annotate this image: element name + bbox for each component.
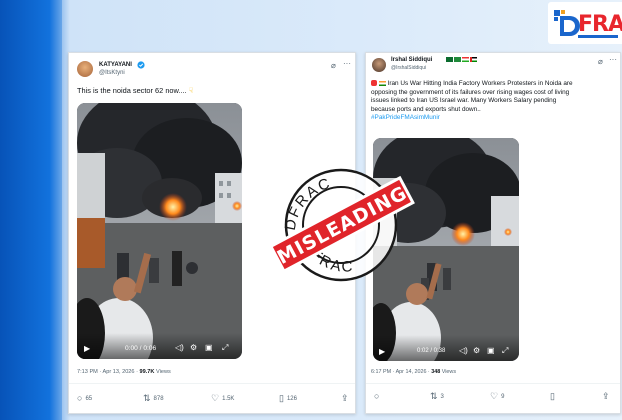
verified-badge-icon	[137, 61, 145, 69]
reply-button[interactable]: ○	[374, 392, 382, 401]
flag-pakistan-icon	[446, 57, 453, 62]
bookmark-icon: ▯	[279, 393, 284, 403]
video-time: 0:00 / 0:06	[125, 345, 157, 352]
video-controls-bar	[77, 333, 242, 359]
share-button[interactable]: ⇪	[602, 392, 610, 401]
flag-green-icon	[454, 57, 461, 62]
alarm-emoji-icon	[371, 80, 377, 87]
misleading-stamp: DFRAC DFRAC MISLEADING	[268, 168, 415, 282]
author-name[interactable]: Irshal Siddiqui	[391, 57, 432, 63]
share-button[interactable]: ⇪	[341, 394, 349, 403]
reply-icon: ○	[374, 391, 380, 401]
tweet-text: Iran Us War Hitting India Factory Worker…	[371, 80, 573, 122]
heart-icon: ♡	[211, 393, 220, 403]
more-options-icon[interactable]: ···	[343, 59, 351, 68]
bookmark-icon: ▯	[550, 391, 555, 401]
repost-icon: ⇅	[143, 393, 151, 403]
share-icon: ⇪	[602, 391, 610, 401]
reply-icon: ○	[77, 393, 83, 403]
like-button[interactable]: ♡ 9	[490, 392, 504, 401]
settings-icon[interactable]: ⚙	[190, 343, 197, 352]
author-name[interactable]: KATYAYANI	[99, 62, 132, 68]
divider	[69, 383, 355, 384]
pointing-hand-emoji-icon: ☟	[186, 86, 194, 95]
video-time: 0:02 / 0:38	[417, 348, 446, 354]
tweet-meta: 6:17 PM · Apr 14, 2026 · 348 Views	[371, 369, 457, 375]
divider	[366, 383, 620, 384]
hashtag-link[interactable]: #PakPrideFMAsimMunir	[371, 114, 440, 121]
dfrac-logo: FRA	[548, 2, 622, 44]
dfrac-logo-text: FRA	[578, 12, 622, 37]
bookmark-button[interactable]: ▯ 126	[279, 394, 297, 403]
avatar[interactable]	[372, 58, 386, 72]
volume-icon[interactable]: ◁)	[459, 346, 468, 355]
author-handle[interactable]: @IrshalSiddiqui	[391, 65, 426, 71]
background-left-band	[0, 0, 62, 420]
author-handle[interactable]: @ItsKtyni	[99, 70, 125, 76]
fullscreen-icon[interactable]: ⤢	[222, 343, 228, 353]
logo-underline	[578, 35, 618, 38]
heart-icon: ♡	[490, 391, 499, 401]
share-icon: ⇪	[341, 393, 349, 403]
flag-palestine-icon	[470, 57, 477, 62]
repost-icon: ⇅	[430, 391, 438, 401]
video-thumbnail	[77, 103, 242, 359]
volume-icon[interactable]: ◁)	[175, 343, 184, 352]
grok-icon[interactable]: ⌀	[598, 57, 603, 66]
settings-icon[interactable]: ⚙	[473, 346, 480, 355]
flag-icons	[446, 57, 477, 62]
more-options-icon[interactable]: ···	[609, 55, 617, 64]
pip-icon[interactable]: ▣	[205, 343, 213, 352]
repost-button[interactable]: ⇅ 3	[430, 392, 444, 401]
play-icon[interactable]: ▶	[379, 347, 385, 356]
video-player[interactable]: ▶ 0:00 / 0:06 ◁) ⚙ ▣ ⤢	[77, 103, 242, 359]
video-controls-bar	[373, 335, 519, 361]
avatar[interactable]	[77, 61, 93, 77]
tweet-text: This is the noida sector 62 now.... ☟	[77, 86, 194, 95]
bookmark-button[interactable]: ▯	[550, 392, 558, 401]
play-icon[interactable]: ▶	[84, 344, 90, 353]
like-button[interactable]: ♡ 1.5K	[211, 394, 234, 403]
flag-tricolor-icon	[462, 57, 469, 62]
india-flag-icon	[378, 80, 386, 86]
fullscreen-icon[interactable]: ⤢	[502, 346, 508, 356]
repost-button[interactable]: ⇅ 878	[143, 394, 164, 403]
reply-button[interactable]: ○ 65	[77, 394, 92, 403]
grok-icon[interactable]: ⌀	[331, 61, 336, 70]
tweet-meta: 7:13 PM · Apr 13, 2026 · 99.7K Views	[77, 369, 171, 375]
pip-icon[interactable]: ▣	[487, 346, 495, 355]
